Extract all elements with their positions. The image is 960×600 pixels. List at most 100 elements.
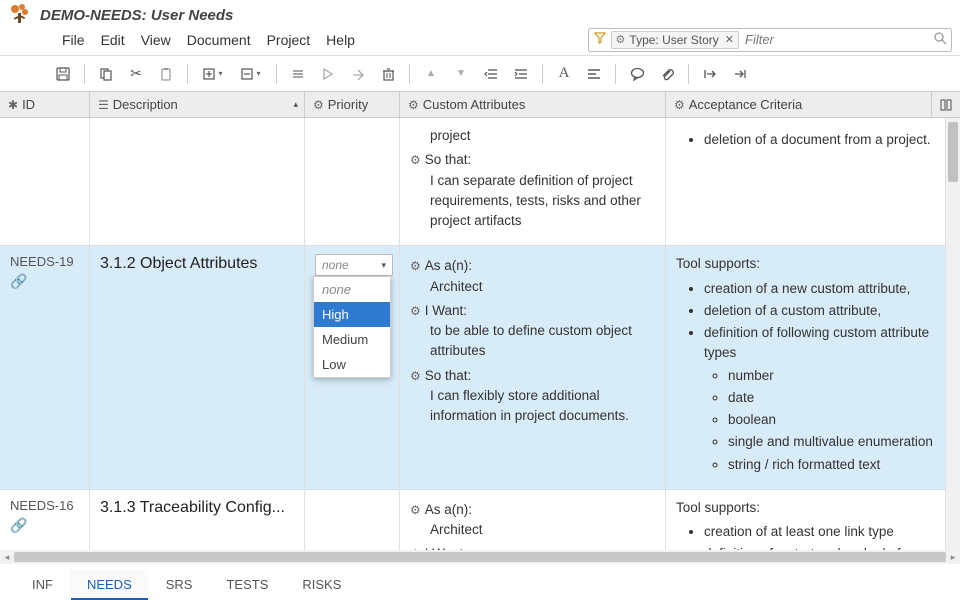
attachment-icon[interactable] (654, 62, 680, 86)
search-icon[interactable] (929, 32, 951, 48)
title-bar: DEMO-NEEDS: User Needs (0, 0, 960, 26)
horizontal-scrollbar[interactable]: ◂ ▸ (0, 550, 960, 564)
window-title: DEMO-NEEDS: User Needs (40, 7, 233, 24)
tab-risks[interactable]: RISKS (286, 569, 357, 600)
app-logo-icon (8, 3, 32, 27)
save-icon[interactable] (50, 62, 76, 86)
tool-icon-2[interactable] (315, 62, 341, 86)
custom-sothat-label: So that: (425, 366, 472, 386)
custom-iwant-label: I Want: (425, 301, 467, 321)
copy-icon[interactable] (93, 62, 119, 86)
cell-acceptance: Tool supports: creation of a new custom … (666, 246, 946, 489)
menu-help[interactable]: Help (326, 32, 355, 48)
outdent-icon[interactable] (478, 62, 504, 86)
move-up-icon[interactable]: ▲ (418, 62, 444, 86)
menu-view[interactable]: View (141, 32, 171, 48)
remove-icon[interactable] (234, 62, 268, 86)
row-id: NEEDS-19 (10, 254, 74, 269)
custom-asa-label: As a(n): (425, 500, 472, 520)
priority-option-none[interactable]: none (314, 277, 390, 302)
paste-icon[interactable] (153, 62, 179, 86)
cut-icon[interactable]: ✂ (123, 62, 149, 86)
col-config-button[interactable] (932, 92, 960, 117)
accept-sub: single and multivalue enumeration (728, 432, 935, 452)
bottom-tabs: INF NEEDS SRS TESTS RISKS (0, 564, 960, 600)
cell-id (0, 118, 90, 245)
cell-id: NEEDS-19 🔗 (0, 246, 90, 489)
cell-description (90, 118, 305, 245)
table-row-selected[interactable]: NEEDS-19 🔗 3.1.2 Object Attributes none … (0, 246, 946, 490)
col-prio-label: Priority (328, 97, 368, 112)
custom-iwant-val: to be able to define custom object attri… (410, 321, 655, 362)
expand-icon[interactable] (697, 62, 723, 86)
priority-value: none (322, 258, 349, 272)
link-icon[interactable]: 🔗 (10, 273, 79, 290)
tool-icon-1[interactable] (285, 62, 311, 86)
menu-file[interactable]: File (62, 32, 85, 48)
list-icon: ☰ (98, 98, 109, 112)
gear-icon: ⚙ (410, 151, 421, 169)
filter-chip-type[interactable]: ⚙ Type: User Story ✕ (611, 31, 739, 49)
filter-input[interactable] (739, 32, 929, 47)
accept-sub: boolean (728, 410, 935, 430)
col-id-label: ID (22, 97, 35, 112)
priority-option-low[interactable]: Low (314, 352, 390, 377)
col-header-priority[interactable]: ⚙Priority (305, 92, 400, 117)
custom-sothat-val: I can separate definition of project req… (410, 171, 655, 232)
menu-document[interactable]: Document (187, 32, 251, 48)
accept-bullet: deletion of a document from a project. (704, 130, 935, 150)
collapse-icon[interactable] (727, 62, 753, 86)
tab-tests[interactable]: TESTS (210, 569, 284, 600)
custom-sothat-val: I can flexibly store additional informat… (410, 386, 655, 427)
text-style-icon[interactable]: A (551, 62, 577, 86)
tab-srs[interactable]: SRS (150, 569, 209, 600)
align-icon[interactable] (581, 62, 607, 86)
move-down-icon[interactable]: ▼ (448, 62, 474, 86)
vertical-scrollbar[interactable] (946, 118, 960, 550)
accept-sub: number (728, 366, 935, 386)
accept-bullet-text: definition of following custom attribute… (704, 325, 929, 360)
cell-id: NEEDS-16 🔗 (0, 490, 90, 550)
accept-intro: Tool supports: (676, 498, 935, 518)
add-icon[interactable] (196, 62, 230, 86)
scroll-left-icon[interactable]: ◂ (0, 552, 14, 563)
cell-priority (305, 490, 400, 550)
accept-bullet: definition of following custom attribute… (704, 323, 935, 475)
cell-custom: ⚙As a(n): Architect ⚙I Want: (400, 490, 666, 550)
custom-asa-val: Architect (410, 277, 655, 297)
filter-chip-label: Type: User Story (629, 33, 718, 47)
tool-icon-3[interactable] (345, 62, 371, 86)
gear-icon: ⚙ (674, 98, 685, 112)
close-icon[interactable]: ✕ (725, 33, 734, 46)
col-header-acceptance[interactable]: ⚙Acceptance Criteria (666, 92, 932, 117)
table-body: project ⚙So that: I can separate definit… (0, 118, 960, 550)
gear-icon: ⚙ (408, 98, 419, 112)
scrollbar-thumb[interactable] (14, 552, 946, 562)
indent-icon[interactable] (508, 62, 534, 86)
priority-option-high[interactable]: High (314, 302, 390, 327)
col-desc-label: Description (113, 97, 178, 112)
gear-icon: ⚙ (410, 501, 421, 519)
custom-asa-val: Architect (410, 520, 655, 540)
link-icon[interactable]: 🔗 (10, 517, 79, 534)
funnel-icon[interactable] (589, 32, 611, 47)
scrollbar-thumb[interactable] (948, 122, 958, 182)
col-header-id[interactable]: ✱ID (0, 92, 90, 117)
cell-custom: project ⚙So that: I can separate definit… (400, 118, 666, 245)
table-row[interactable]: project ⚙So that: I can separate definit… (0, 118, 946, 246)
col-header-custom[interactable]: ⚙Custom Attributes (400, 92, 666, 117)
tab-needs[interactable]: NEEDS (71, 569, 148, 600)
table-row[interactable]: NEEDS-16 🔗 3.1.3 Traceability Config... … (0, 490, 946, 550)
priority-option-medium[interactable]: Medium (314, 327, 390, 352)
scroll-right-icon[interactable]: ▸ (946, 552, 960, 563)
menu-edit[interactable]: Edit (101, 32, 125, 48)
comment-icon[interactable] (624, 62, 650, 86)
menu-project[interactable]: Project (267, 32, 311, 48)
delete-icon[interactable] (375, 62, 401, 86)
tab-inf[interactable]: INF (16, 569, 69, 600)
cell-description: 3.1.2 Object Attributes (90, 246, 305, 489)
col-header-description[interactable]: ☰Description▴ (90, 92, 305, 117)
priority-select[interactable]: none (315, 254, 393, 276)
gear-icon: ⚙ (410, 367, 421, 385)
cell-custom: ⚙As a(n): Architect ⚙I Want: to be able … (400, 246, 666, 489)
